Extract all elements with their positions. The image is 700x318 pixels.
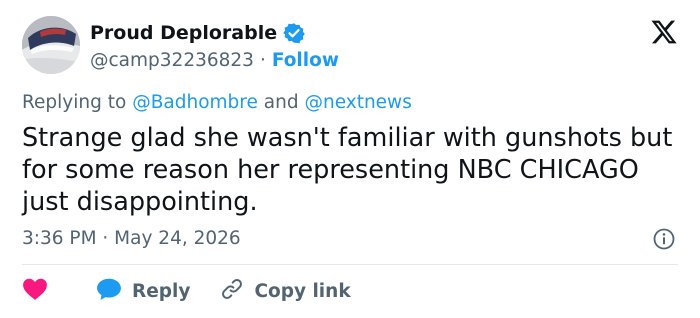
like-button[interactable] [22,277,48,305]
copy-link-label: Copy link [254,280,351,302]
copy-link-button[interactable]: Copy link [220,277,351,305]
follow-button[interactable]: Follow [272,50,339,71]
tweet-card: Proud Deplorable @camp32236823 · Follow … [0,0,700,318]
divider [22,264,678,265]
display-name[interactable]: Proud Deplorable [90,22,277,44]
tweet-text-line: just disappointing. [22,187,258,217]
speech-bubble-icon [96,277,122,305]
timestamp-link[interactable]: 3:36 PM · May 24, 2026 [22,228,241,249]
link-icon [220,277,244,305]
tweet-text: Strange glad she wasn't familiar with gu… [22,122,687,218]
separator-dot: · [259,49,266,71]
x-logo-icon[interactable] [650,18,678,46]
mention-link[interactable]: @nextnews [304,92,411,113]
tweet-text-line: Strange glad she wasn't familiar with gu… [22,123,673,153]
tweet-text-line: for some reason her representing NBC CHI… [22,155,639,185]
reply-button[interactable]: Reply [96,277,190,305]
handle-row: @camp32236823 · Follow [90,48,339,72]
reply-label: Reply [132,280,191,302]
verified-badge-icon [283,22,305,44]
reply-context: Replying to @Badhombre and @nextnews [22,92,412,113]
info-icon[interactable] [652,227,676,251]
mention-link[interactable]: @Badhombre [132,92,258,113]
reply-context-prefix: Replying to [22,92,127,113]
action-bar: Reply Copy link [22,276,351,306]
reply-context-conjunction: and [263,92,299,113]
user-handle[interactable]: @camp32236823 [90,50,254,71]
avatar[interactable] [22,16,80,74]
avatar-image [22,16,80,74]
heart-icon [22,277,48,305]
name-row: Proud Deplorable [90,20,305,46]
